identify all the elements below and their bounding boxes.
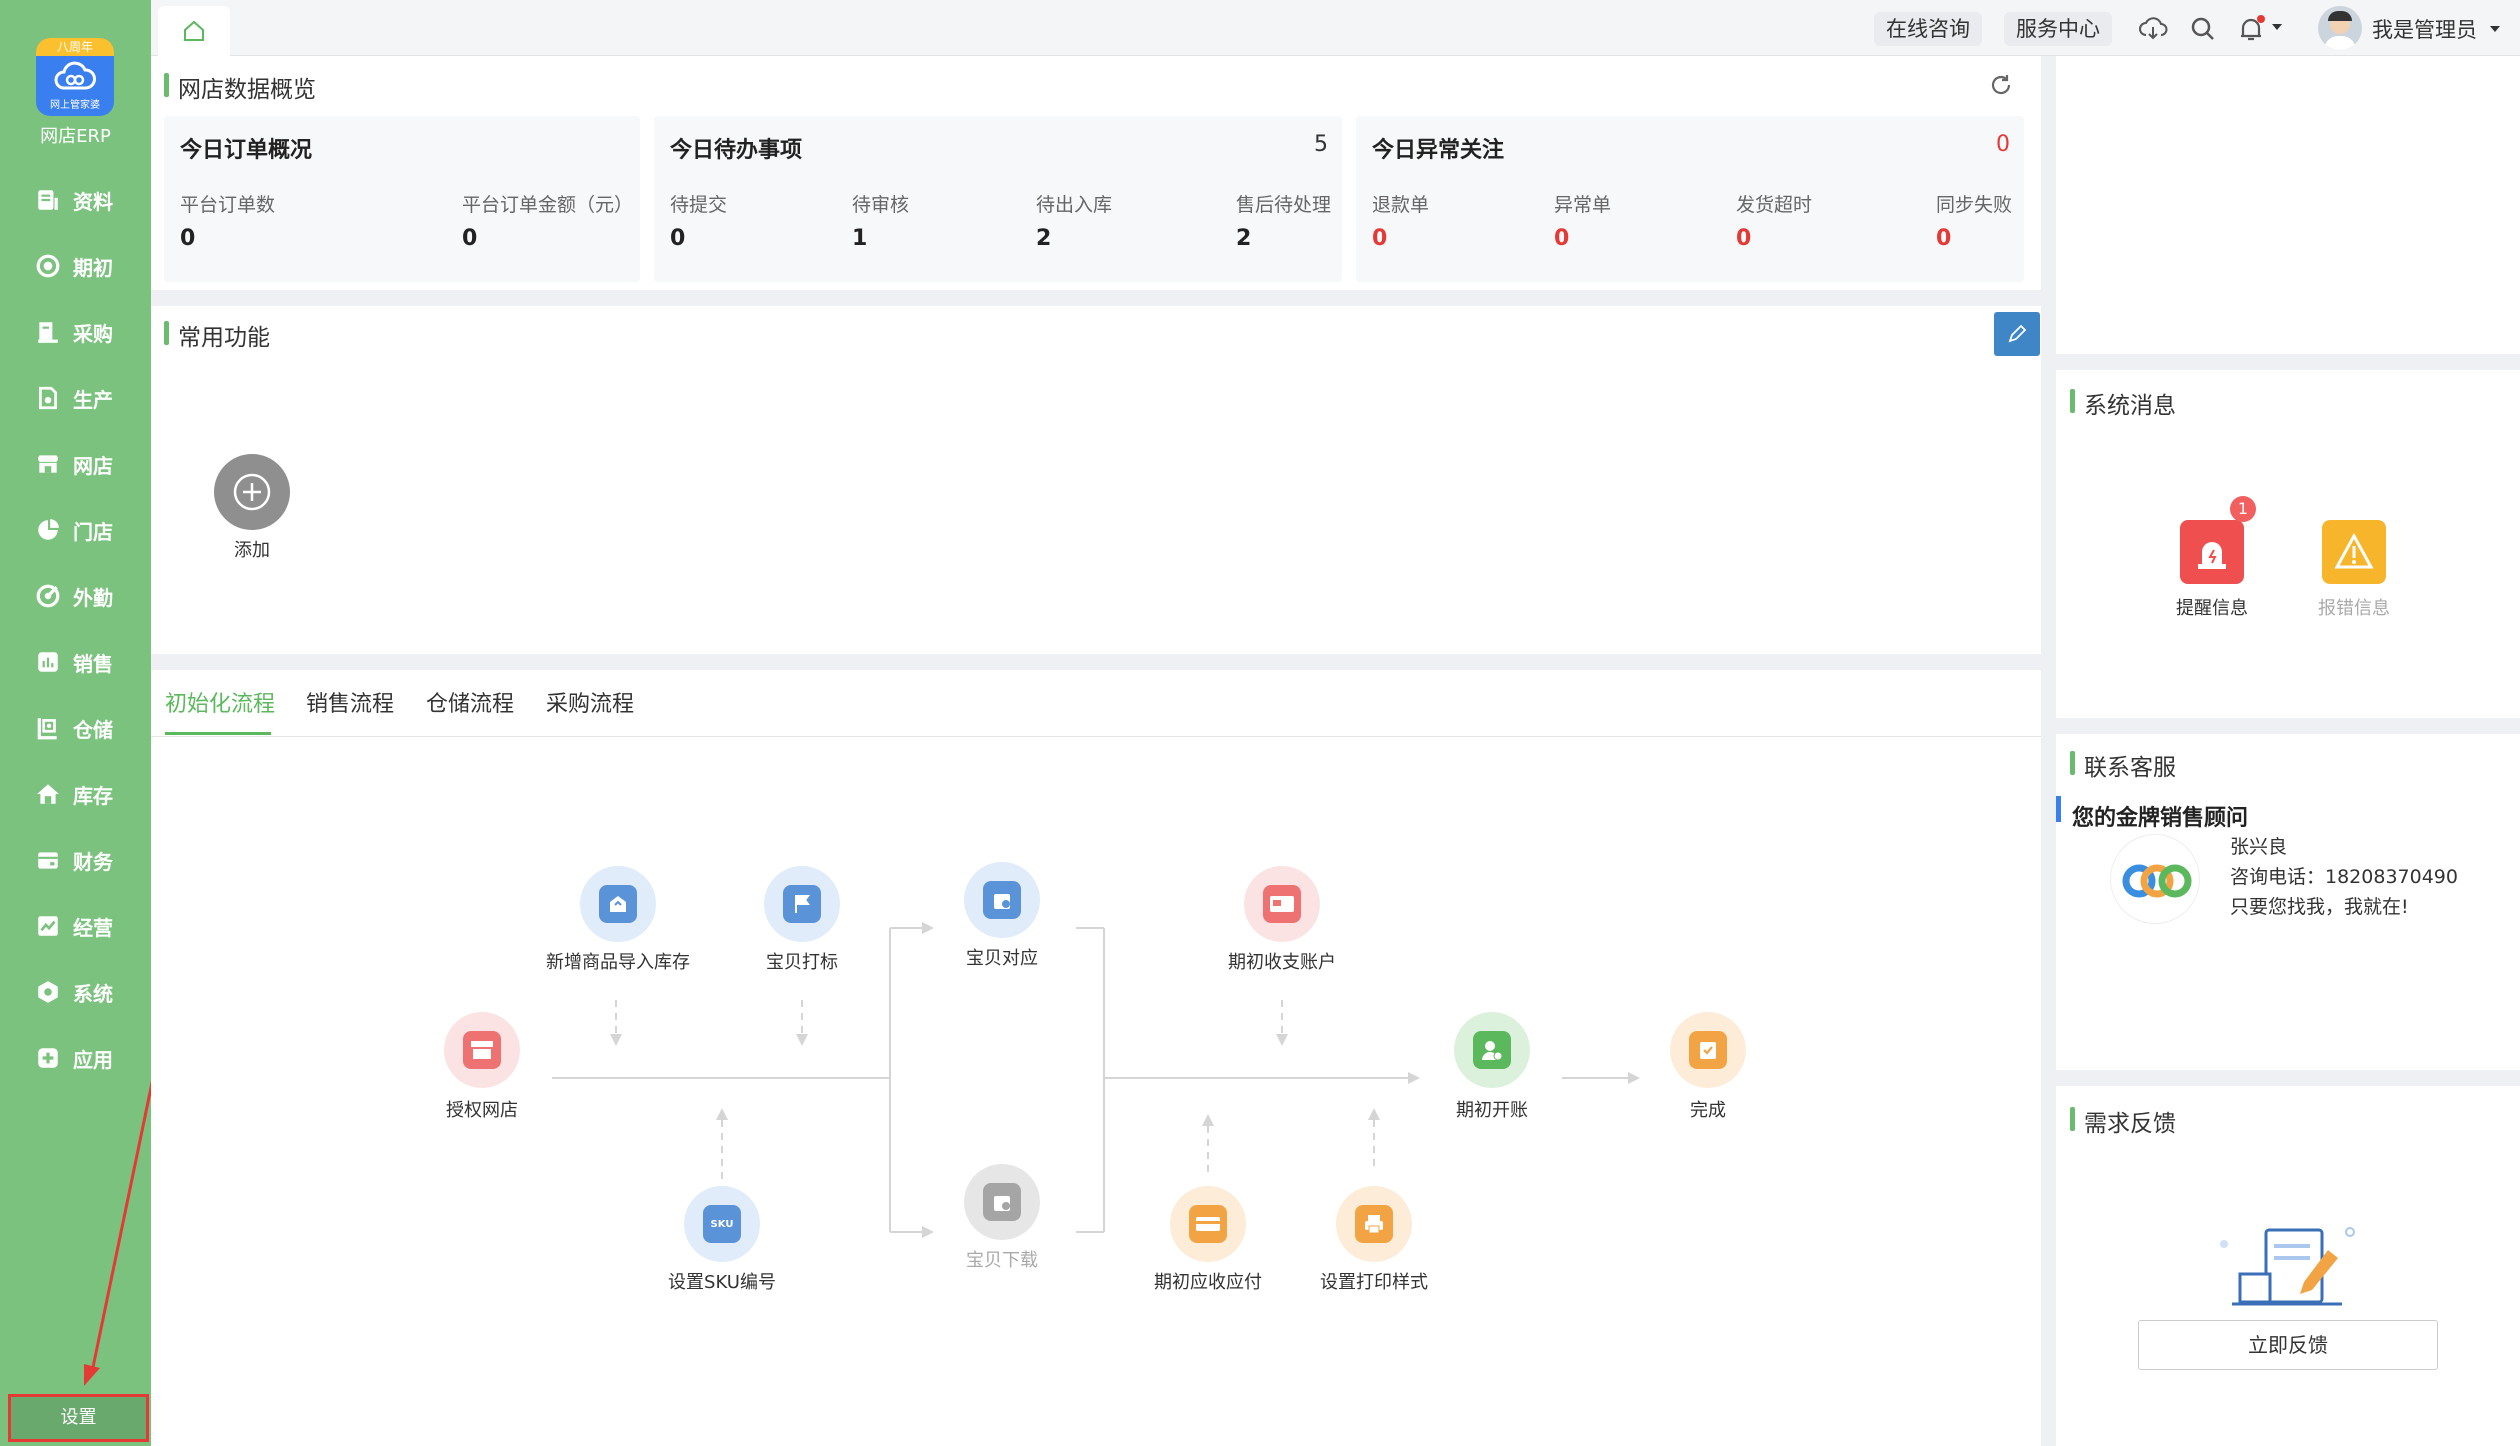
flow-label: 宝贝打标 (766, 952, 838, 973)
advisor-slogan: 只要您找我，我就在! (2230, 896, 2409, 918)
flow-node-print-style[interactable] (1336, 1186, 1412, 1262)
advisor-name: 张兴良 (2230, 836, 2288, 858)
flow-node-auth-shop[interactable] (444, 1012, 520, 1088)
advisor-heading: 您的金牌销售顾问 (2072, 806, 2249, 831)
warning-icon (2334, 532, 2374, 569)
flow-node-open-account[interactable] (1454, 1012, 1530, 1088)
sku-folder-icon: SKU (703, 1205, 741, 1243)
flow-label: 宝贝对应 (966, 948, 1038, 969)
account-card-icon (1263, 885, 1301, 923)
error-info-label: 报错信息 (2318, 598, 2390, 619)
flow-node-sku[interactable]: SKU (684, 1186, 760, 1262)
flow-node-init-receivable[interactable] (1170, 1186, 1246, 1262)
match-bag-icon (983, 881, 1021, 919)
brand-logo-icon (2122, 864, 2192, 898)
flow-node-baby-download[interactable] (964, 1164, 1040, 1240)
flow-node-init-account[interactable] (1244, 866, 1320, 942)
feedback-title: 需求反馈 (2070, 1104, 2176, 1138)
flow-node-baby-match[interactable] (964, 862, 1040, 938)
flow-node-new-goods[interactable] (580, 866, 656, 942)
flow-label: 设置SKU编号 (668, 1272, 776, 1293)
avatar[interactable] (2318, 6, 2362, 50)
flow-label: 新增商品导入库存 (546, 952, 690, 973)
reminder-button[interactable] (2180, 520, 2244, 584)
import-goods-icon (599, 885, 637, 923)
flow-node-baby-tag[interactable] (764, 866, 840, 942)
flow-label: 设置打印样式 (1320, 1272, 1428, 1293)
system-message-panel (2056, 370, 2520, 718)
flow-label: 授权网店 (446, 1100, 518, 1121)
flow-label: 期初收支账户 (1228, 952, 1336, 973)
flow-label: 完成 (1690, 1100, 1726, 1121)
flow-label: 宝贝下载 (966, 1250, 1038, 1271)
right-top-panel (2056, 56, 2520, 354)
search-icon[interactable] (2188, 14, 2218, 44)
flow-node-done[interactable] (1670, 1012, 1746, 1088)
contact-title: 联系客服 (2070, 748, 2176, 782)
alarm-icon (2198, 542, 2226, 569)
reminder-label: 提醒信息 (2176, 598, 2248, 619)
advisor-marker (2056, 796, 2061, 822)
user-name[interactable]: 我是管理员 (2372, 14, 2477, 44)
feedback-illustration-icon (2220, 1227, 2355, 1306)
flow-label: 期初开账 (1456, 1100, 1528, 1121)
error-info-button[interactable] (2322, 520, 2386, 584)
clipboard-check-icon (1689, 1031, 1727, 1069)
user-chevron-icon[interactable] (2488, 22, 2502, 36)
chevron-down-icon[interactable] (2270, 20, 2284, 34)
shop-icon (463, 1031, 501, 1069)
system-message-title: 系统消息 (2070, 386, 2176, 420)
advisor-phone[interactable]: 咨询电话：18208370490 (2230, 862, 2458, 889)
bell-icon[interactable] (2236, 14, 2266, 44)
printer-icon (1355, 1205, 1393, 1243)
reminder-badge: 1 (2230, 496, 2256, 522)
user-check-icon (1473, 1031, 1511, 1069)
download-bag-icon (983, 1183, 1021, 1221)
payment-card-icon (1189, 1205, 1227, 1243)
flag-icon (783, 885, 821, 923)
submit-feedback-button[interactable]: 立即反馈 (2138, 1320, 2438, 1370)
advisor-avatar (2110, 834, 2200, 924)
cloud-download-icon[interactable] (2138, 14, 2168, 44)
